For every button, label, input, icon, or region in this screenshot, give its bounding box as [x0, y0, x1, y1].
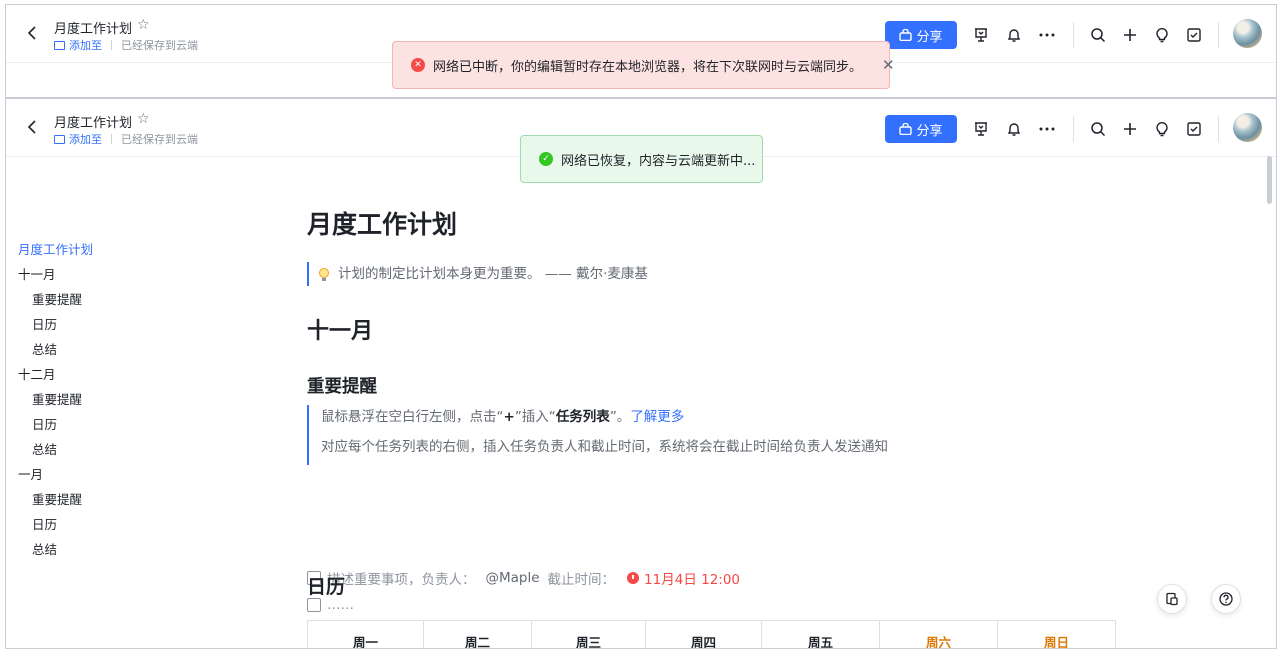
more-icon[interactable]	[1037, 25, 1057, 45]
divider	[111, 40, 112, 50]
task-item: 描述重要事项，负责人： @Maple 截止时间： 11月4日 12:00	[307, 567, 740, 589]
lock-icon	[899, 29, 913, 41]
weekday-header: 周三	[532, 621, 646, 648]
lightbulb-icon[interactable]	[1152, 119, 1172, 139]
toc-item[interactable]: 重要提醒	[18, 291, 93, 316]
divider	[1218, 116, 1219, 142]
tip-text: ”插入“	[514, 409, 556, 425]
toc-item[interactable]: 总结	[18, 441, 93, 466]
divider	[1073, 22, 1074, 48]
due-date[interactable]: 11月4日 12:00	[627, 568, 740, 588]
presentation-icon[interactable]	[971, 25, 991, 45]
tip-text: 鼠标悬浮在空白行左侧，点击“	[321, 409, 504, 425]
toc-item[interactable]: 十一月	[18, 266, 93, 291]
toc-item[interactable]: 一月	[18, 466, 93, 491]
toc-item[interactable]: 日历	[18, 416, 93, 441]
toc-item[interactable]: 日历	[18, 316, 93, 341]
task-checkbox-icon[interactable]	[1184, 25, 1204, 45]
saved-status: 已经保存到云端	[121, 133, 198, 146]
share-button[interactable]: 分享	[885, 115, 957, 143]
help-icon[interactable]	[1211, 584, 1241, 614]
calendar-heading: 日历	[307, 576, 346, 598]
due-date-text: 11月4日 12:00	[644, 572, 741, 588]
tip-plus: +	[503, 409, 515, 425]
toc-item[interactable]: 月度工作计划	[18, 241, 93, 266]
tip-line-2: 对应每个任务列表的右侧，插入任务负责人和截止时间，系统将会在截止时间给负责人发送…	[321, 439, 888, 455]
more-icon[interactable]	[1037, 119, 1057, 139]
weekday-header: 周日	[998, 621, 1116, 648]
weekday-header: 周五	[762, 621, 880, 648]
assignee-mention[interactable]: @Maple	[486, 570, 540, 586]
search-icon[interactable]	[1088, 25, 1108, 45]
toc-item[interactable]: 重要提醒	[18, 491, 93, 516]
task-text: 描述重要事项，负责人：	[327, 572, 476, 588]
add-to-link[interactable]: 添加至	[69, 37, 102, 53]
star-icon[interactable]: ☆	[137, 17, 150, 33]
task-checkbox[interactable]	[307, 598, 321, 612]
copy-doc-icon[interactable]	[1157, 584, 1187, 614]
scrollbar[interactable]	[1267, 156, 1272, 204]
table-of-contents: 月度工作计划 十一月 重要提醒 日历 总结 十二月 重要提醒 日历 总结 一月 …	[18, 241, 93, 566]
toc-item[interactable]: 十二月	[18, 366, 93, 391]
bell-icon[interactable]	[1004, 25, 1024, 45]
quote-block: 计划的制定比计划本身更为重要。 —— 戴尔·麦康基	[307, 262, 648, 286]
search-icon[interactable]	[1088, 119, 1108, 139]
add-to-link[interactable]: 添加至	[69, 131, 102, 147]
divider	[111, 134, 112, 144]
tip-line-1: 鼠标悬浮在空白行左侧，点击“+”插入“任务列表”。了解更多	[321, 405, 888, 435]
learn-more-link[interactable]: 了解更多	[630, 409, 684, 425]
close-icon[interactable]: ✕	[882, 56, 895, 74]
task-text: ……	[327, 597, 354, 613]
network-restored-toast: ✓ 网络已恢复，内容与云端更新中...	[520, 135, 763, 183]
network-error-toast: ✕ 网络已中断，你的编辑暂时存在本地浏览器，将在下次联网时与云端同步。 ✕	[392, 41, 895, 89]
back-chevron-icon[interactable]	[24, 118, 42, 136]
tip-bold: 任务列表	[555, 409, 610, 425]
month-heading: 十一月	[307, 319, 374, 344]
toc-item[interactable]: 总结	[18, 341, 93, 366]
lightbulb-icon	[319, 267, 329, 281]
toast-message: 网络已中断，你的编辑暂时存在本地浏览器，将在下次联网时与云端同步。	[433, 59, 863, 75]
quote-text: 计划的制定比计划本身更为重要。 —— 戴尔·麦康基	[338, 266, 648, 282]
toc-item[interactable]: 总结	[18, 541, 93, 566]
saved-status: 已经保存到云端	[121, 39, 198, 52]
doc-title: 月度工作计划	[54, 22, 133, 37]
avatar[interactable]	[1233, 19, 1262, 48]
folder-icon	[54, 134, 65, 144]
task-checkbox-icon[interactable]	[1184, 119, 1204, 139]
weekday-header: 周四	[646, 621, 762, 648]
tip-text: ”。	[609, 409, 631, 425]
divider	[1218, 22, 1219, 48]
success-check-icon: ✓	[539, 152, 553, 166]
star-icon[interactable]: ☆	[137, 111, 150, 127]
share-button[interactable]: 分享	[885, 21, 957, 49]
share-label: 分享	[916, 29, 943, 45]
tips-block: 鼠标悬浮在空白行左侧，点击“+”插入“任务列表”。了解更多 对应每个任务列表的右…	[307, 405, 888, 465]
reminder-heading: 重要提醒	[307, 377, 377, 397]
lock-icon	[899, 123, 913, 135]
doc-subline: 添加至 已经保存到云端	[54, 37, 198, 53]
calendar-table: 周一 周二 周三 周四 周五 周六 周日	[307, 620, 1116, 648]
back-chevron-icon[interactable]	[24, 24, 42, 42]
doc-title: 月度工作计划	[54, 116, 133, 131]
alarm-clock-icon	[627, 572, 640, 584]
share-label: 分享	[916, 123, 943, 139]
weekday-header: 周六	[880, 621, 998, 648]
page-title: 月度工作计划	[307, 210, 458, 239]
weekday-header: 周二	[424, 621, 532, 648]
weekday-header: 周一	[308, 621, 424, 648]
bell-icon[interactable]	[1004, 119, 1024, 139]
toc-item[interactable]: 日历	[18, 516, 93, 541]
folder-icon	[54, 40, 65, 50]
toc-item[interactable]: 重要提醒	[18, 391, 93, 416]
divider	[1073, 116, 1074, 142]
avatar[interactable]	[1233, 113, 1262, 142]
lightbulb-icon[interactable]	[1152, 25, 1172, 45]
plus-icon[interactable]	[1120, 25, 1140, 45]
presentation-icon[interactable]	[971, 119, 991, 139]
doc-subline: 添加至 已经保存到云端	[54, 131, 198, 147]
error-icon: ✕	[411, 58, 425, 72]
toast-message: 网络已恢复，内容与云端更新中...	[561, 153, 756, 169]
plus-icon[interactable]	[1120, 119, 1140, 139]
due-label: 截止时间：	[547, 572, 616, 588]
